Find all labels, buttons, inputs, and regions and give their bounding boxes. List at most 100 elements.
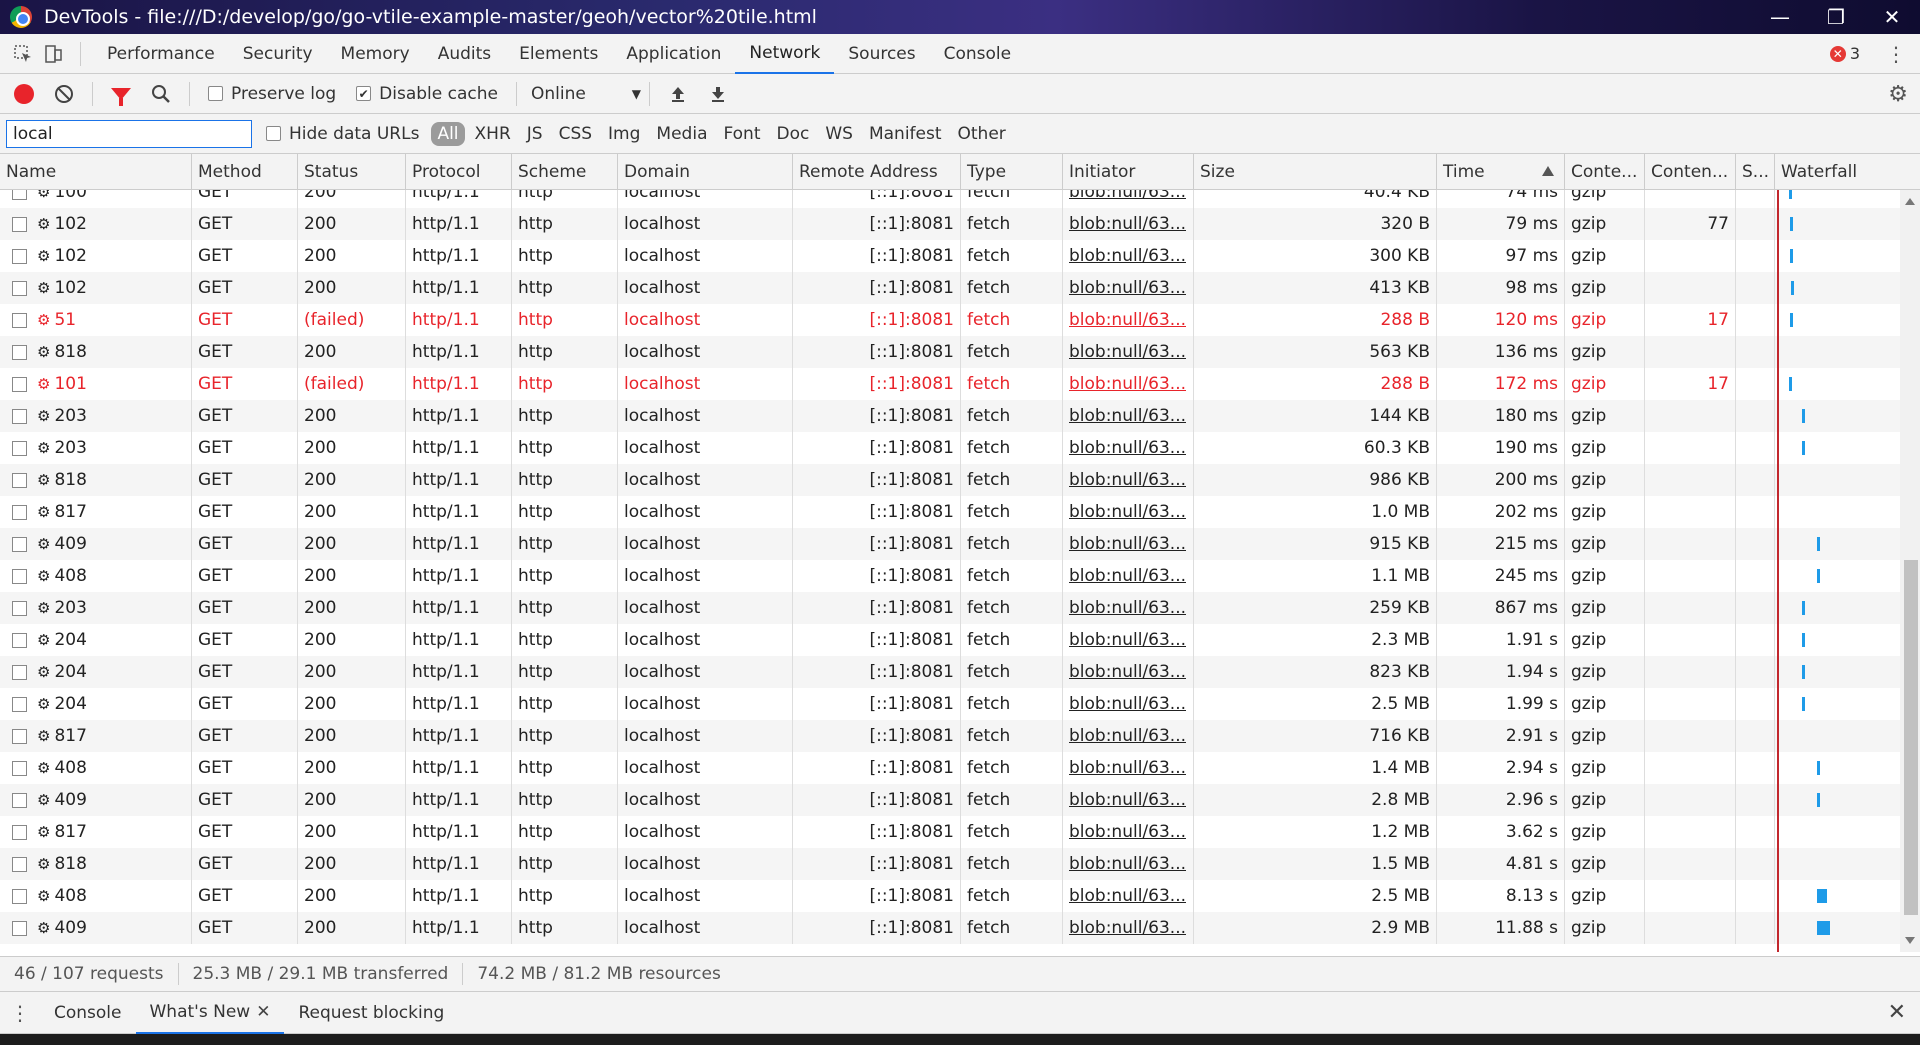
- row-checkbox[interactable]: [12, 248, 27, 264]
- request-name[interactable]: 818: [54, 470, 86, 490]
- cell-name[interactable]: ⚙ 818: [0, 336, 192, 368]
- filter-type-js[interactable]: JS: [521, 122, 549, 146]
- filter-type-media[interactable]: Media: [650, 122, 713, 146]
- cell-name[interactable]: ⚙ 203: [0, 432, 192, 464]
- value-initiator[interactable]: blob:null/63...: [1069, 854, 1186, 874]
- row-checkbox[interactable]: [12, 536, 27, 552]
- filter-type-font[interactable]: Font: [717, 122, 766, 146]
- table-row[interactable]: ⚙ 203 GET 200 http/1.1 http localhost [::1]:808…: [0, 432, 1900, 464]
- value-initiator[interactable]: blob:null/63...: [1069, 598, 1186, 618]
- value-initiator[interactable]: blob:null/63...: [1069, 214, 1186, 234]
- value-initiator[interactable]: blob:null/63...: [1069, 662, 1186, 682]
- cell-initiator[interactable]: blob:null/63...: [1063, 400, 1194, 432]
- request-name[interactable]: 818: [54, 854, 86, 874]
- request-name[interactable]: 102: [54, 278, 86, 298]
- cell-name[interactable]: ⚙ 409: [0, 784, 192, 816]
- more-options-icon[interactable]: ⋮: [1886, 42, 1906, 66]
- column-header-type[interactable]: Type: [961, 154, 1063, 190]
- filter-type-img[interactable]: Img: [602, 122, 646, 146]
- error-counter[interactable]: ✕ 3: [1829, 44, 1860, 63]
- value-initiator[interactable]: blob:null/63...: [1069, 918, 1186, 938]
- request-name[interactable]: 817: [54, 502, 86, 522]
- filter-type-other[interactable]: Other: [952, 122, 1012, 146]
- table-row[interactable]: ⚙ 818 GET 200 http/1.1 http localhost [::1]:808…: [0, 464, 1900, 496]
- value-initiator[interactable]: blob:null/63...: [1069, 630, 1186, 650]
- cell-name[interactable]: ⚙ 204: [0, 688, 192, 720]
- request-name[interactable]: 204: [54, 694, 86, 714]
- cell-initiator[interactable]: blob:null/63...: [1063, 752, 1194, 784]
- cell-name[interactable]: ⚙ 203: [0, 400, 192, 432]
- drawer-menu-icon[interactable]: ⋮: [0, 1001, 40, 1025]
- row-checkbox[interactable]: [12, 344, 27, 360]
- request-name[interactable]: 817: [54, 822, 86, 842]
- cell-name[interactable]: ⚙ 817: [0, 496, 192, 528]
- row-checkbox[interactable]: [12, 664, 27, 680]
- disable-cache-checkbox[interactable]: ✔ Disable cache: [356, 84, 498, 104]
- table-row[interactable]: ⚙ 408 GET 200 http/1.1 http localhost [::1]:808…: [0, 752, 1900, 784]
- maximize-button[interactable]: ❐: [1808, 0, 1864, 34]
- cell-initiator[interactable]: blob:null/63...: [1063, 272, 1194, 304]
- column-header-domain[interactable]: Domain: [618, 154, 793, 190]
- tab-security[interactable]: Security: [229, 34, 327, 74]
- cell-initiator[interactable]: blob:null/63...: [1063, 208, 1194, 240]
- device-toolbar-icon[interactable]: [38, 39, 68, 69]
- column-header-method[interactable]: Method: [192, 154, 298, 190]
- disable-cache-box[interactable]: ✔: [356, 86, 372, 101]
- request-name[interactable]: 408: [54, 886, 86, 906]
- scroll-up-icon[interactable]: [1905, 198, 1915, 205]
- table-row[interactable]: ⚙ 409 GET 200 http/1.1 http localhost [::1]:808…: [0, 912, 1900, 944]
- value-initiator[interactable]: blob:null/63...: [1069, 310, 1186, 330]
- cell-initiator[interactable]: blob:null/63...: [1063, 336, 1194, 368]
- value-initiator[interactable]: blob:null/63...: [1069, 190, 1186, 202]
- tab-network[interactable]: Network: [735, 34, 835, 74]
- table-row[interactable]: ⚙ 408 GET 200 http/1.1 http localhost [::1]:808…: [0, 560, 1900, 592]
- row-checkbox[interactable]: [12, 824, 27, 840]
- column-header-size[interactable]: Size: [1194, 154, 1437, 190]
- request-name[interactable]: 818: [54, 342, 86, 362]
- inspect-element-icon[interactable]: [8, 39, 38, 69]
- close-window-button[interactable]: ✕: [1864, 0, 1920, 34]
- tab-memory[interactable]: Memory: [327, 34, 424, 74]
- filter-type-xhr[interactable]: XHR: [469, 122, 517, 146]
- preserve-log-box[interactable]: [208, 86, 223, 101]
- filter-toggle-button[interactable]: [101, 87, 141, 106]
- table-row[interactable]: ⚙ 102 GET 200 http/1.1 http localhost [::1]:808…: [0, 240, 1900, 272]
- request-name[interactable]: 817: [54, 726, 86, 746]
- column-header-wf[interactable]: Waterfall: [1775, 154, 1920, 190]
- cell-name[interactable]: ⚙ 203: [0, 592, 192, 624]
- preserve-log-checkbox[interactable]: Preserve log: [208, 84, 336, 104]
- table-row[interactable]: ⚙ 102 GET 200 http/1.1 http localhost [::1]:808…: [0, 272, 1900, 304]
- row-checkbox[interactable]: [12, 632, 27, 648]
- cell-name[interactable]: ⚙ 817: [0, 816, 192, 848]
- row-checkbox[interactable]: [12, 696, 27, 712]
- value-initiator[interactable]: blob:null/63...: [1069, 406, 1186, 426]
- value-initiator[interactable]: blob:null/63...: [1069, 790, 1186, 810]
- cell-initiator[interactable]: blob:null/63...: [1063, 848, 1194, 880]
- row-checkbox[interactable]: [12, 568, 27, 584]
- value-initiator[interactable]: blob:null/63...: [1069, 438, 1186, 458]
- table-row[interactable]: ⚙ 818 GET 200 http/1.1 http localhost [::1]:808…: [0, 848, 1900, 880]
- cell-initiator[interactable]: blob:null/63...: [1063, 560, 1194, 592]
- table-row[interactable]: ⚙ 817 GET 200 http/1.1 http localhost [::1]:808…: [0, 496, 1900, 528]
- request-name[interactable]: 408: [54, 566, 86, 586]
- table-row[interactable]: ⚙ 204 GET 200 http/1.1 http localhost [::1]:808…: [0, 688, 1900, 720]
- request-name[interactable]: 203: [54, 406, 86, 426]
- cell-initiator[interactable]: blob:null/63...: [1063, 190, 1194, 208]
- row-checkbox[interactable]: [12, 216, 27, 232]
- throttling-select[interactable]: Online ▼: [531, 84, 641, 104]
- request-name[interactable]: 102: [54, 246, 86, 266]
- column-header-time[interactable]: Time: [1437, 154, 1565, 190]
- request-name[interactable]: 204: [54, 630, 86, 650]
- table-scrollbar[interactable]: [1900, 190, 1920, 952]
- filter-type-manifest[interactable]: Manifest: [863, 122, 948, 146]
- scroll-down-icon[interactable]: [1905, 937, 1915, 944]
- cell-name[interactable]: ⚙ 102: [0, 272, 192, 304]
- row-checkbox[interactable]: [12, 920, 27, 936]
- value-initiator[interactable]: blob:null/63...: [1069, 278, 1186, 298]
- cell-initiator[interactable]: blob:null/63...: [1063, 880, 1194, 912]
- column-header-status[interactable]: Status: [298, 154, 406, 190]
- column-header-s[interactable]: S...: [1736, 154, 1775, 190]
- request-name[interactable]: 203: [54, 438, 86, 458]
- table-row[interactable]: ⚙ 203 GET 200 http/1.1 http localhost [::1]:808…: [0, 592, 1900, 624]
- value-initiator[interactable]: blob:null/63...: [1069, 822, 1186, 842]
